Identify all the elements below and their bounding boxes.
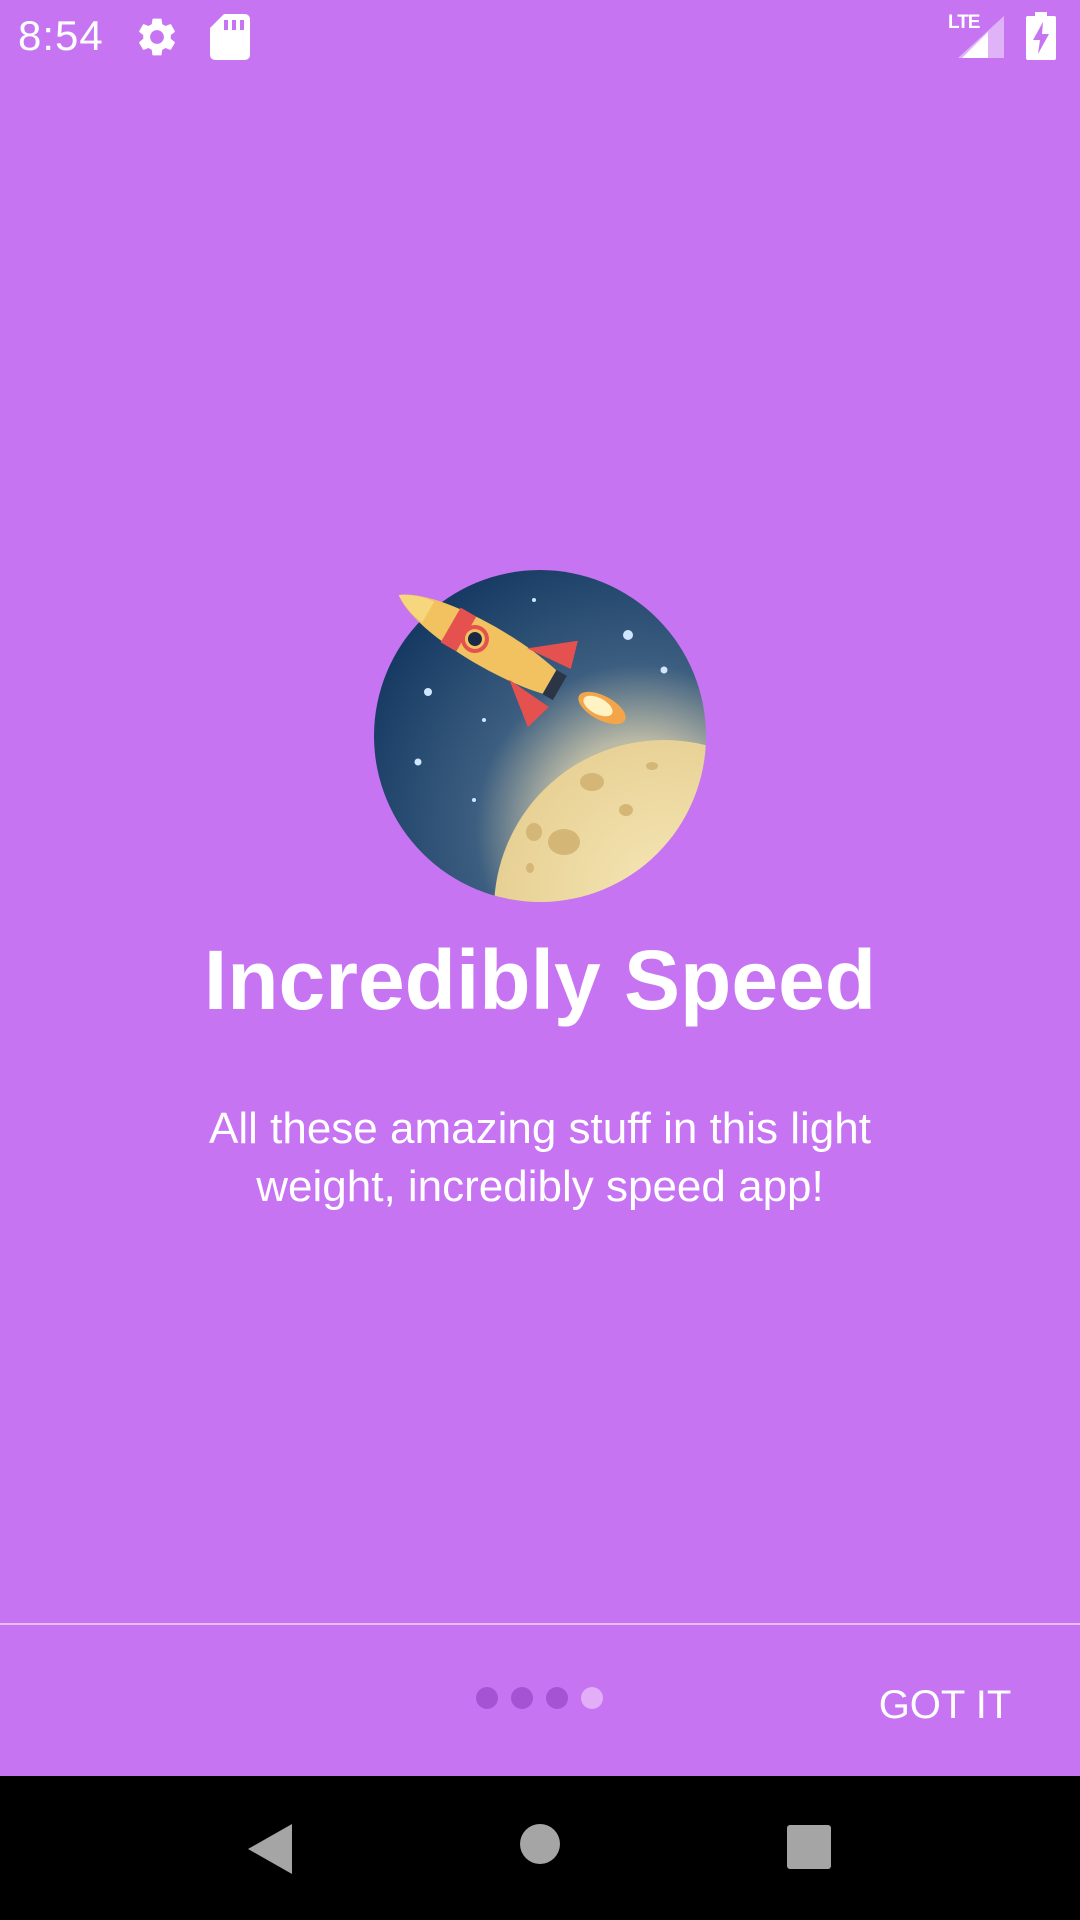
sd-card-icon: [210, 14, 250, 60]
page-indicator: [476, 1687, 603, 1711]
page-dot: [546, 1687, 568, 1709]
rocket-moon-illustration: [374, 570, 706, 902]
recents-icon[interactable]: [786, 1824, 832, 1870]
bottom-divider: [0, 1623, 1080, 1625]
navigation-bar: [0, 1776, 1080, 1920]
signal-icon: [958, 16, 1004, 58]
onboarding-screen: 8:54 LTE Incredibly Speed All these amaz…: [0, 0, 1080, 1920]
settings-icon: [139, 18, 175, 56]
back-icon[interactable]: [244, 1822, 296, 1876]
battery-charging-icon: [1026, 12, 1056, 60]
page-dot-active: [581, 1687, 603, 1709]
home-icon[interactable]: [518, 1822, 562, 1866]
slide-description: All these amazing stuff in this light we…: [209, 1104, 871, 1211]
page-dot: [476, 1687, 498, 1709]
status-bar: 8:54 LTE: [0, 0, 1080, 72]
got-it-button[interactable]: GOT IT: [860, 1670, 1030, 1740]
slide-title: Incredibly Speed: [203, 933, 877, 1027]
status-time: 8:54: [18, 12, 104, 59]
page-dot: [511, 1687, 533, 1709]
